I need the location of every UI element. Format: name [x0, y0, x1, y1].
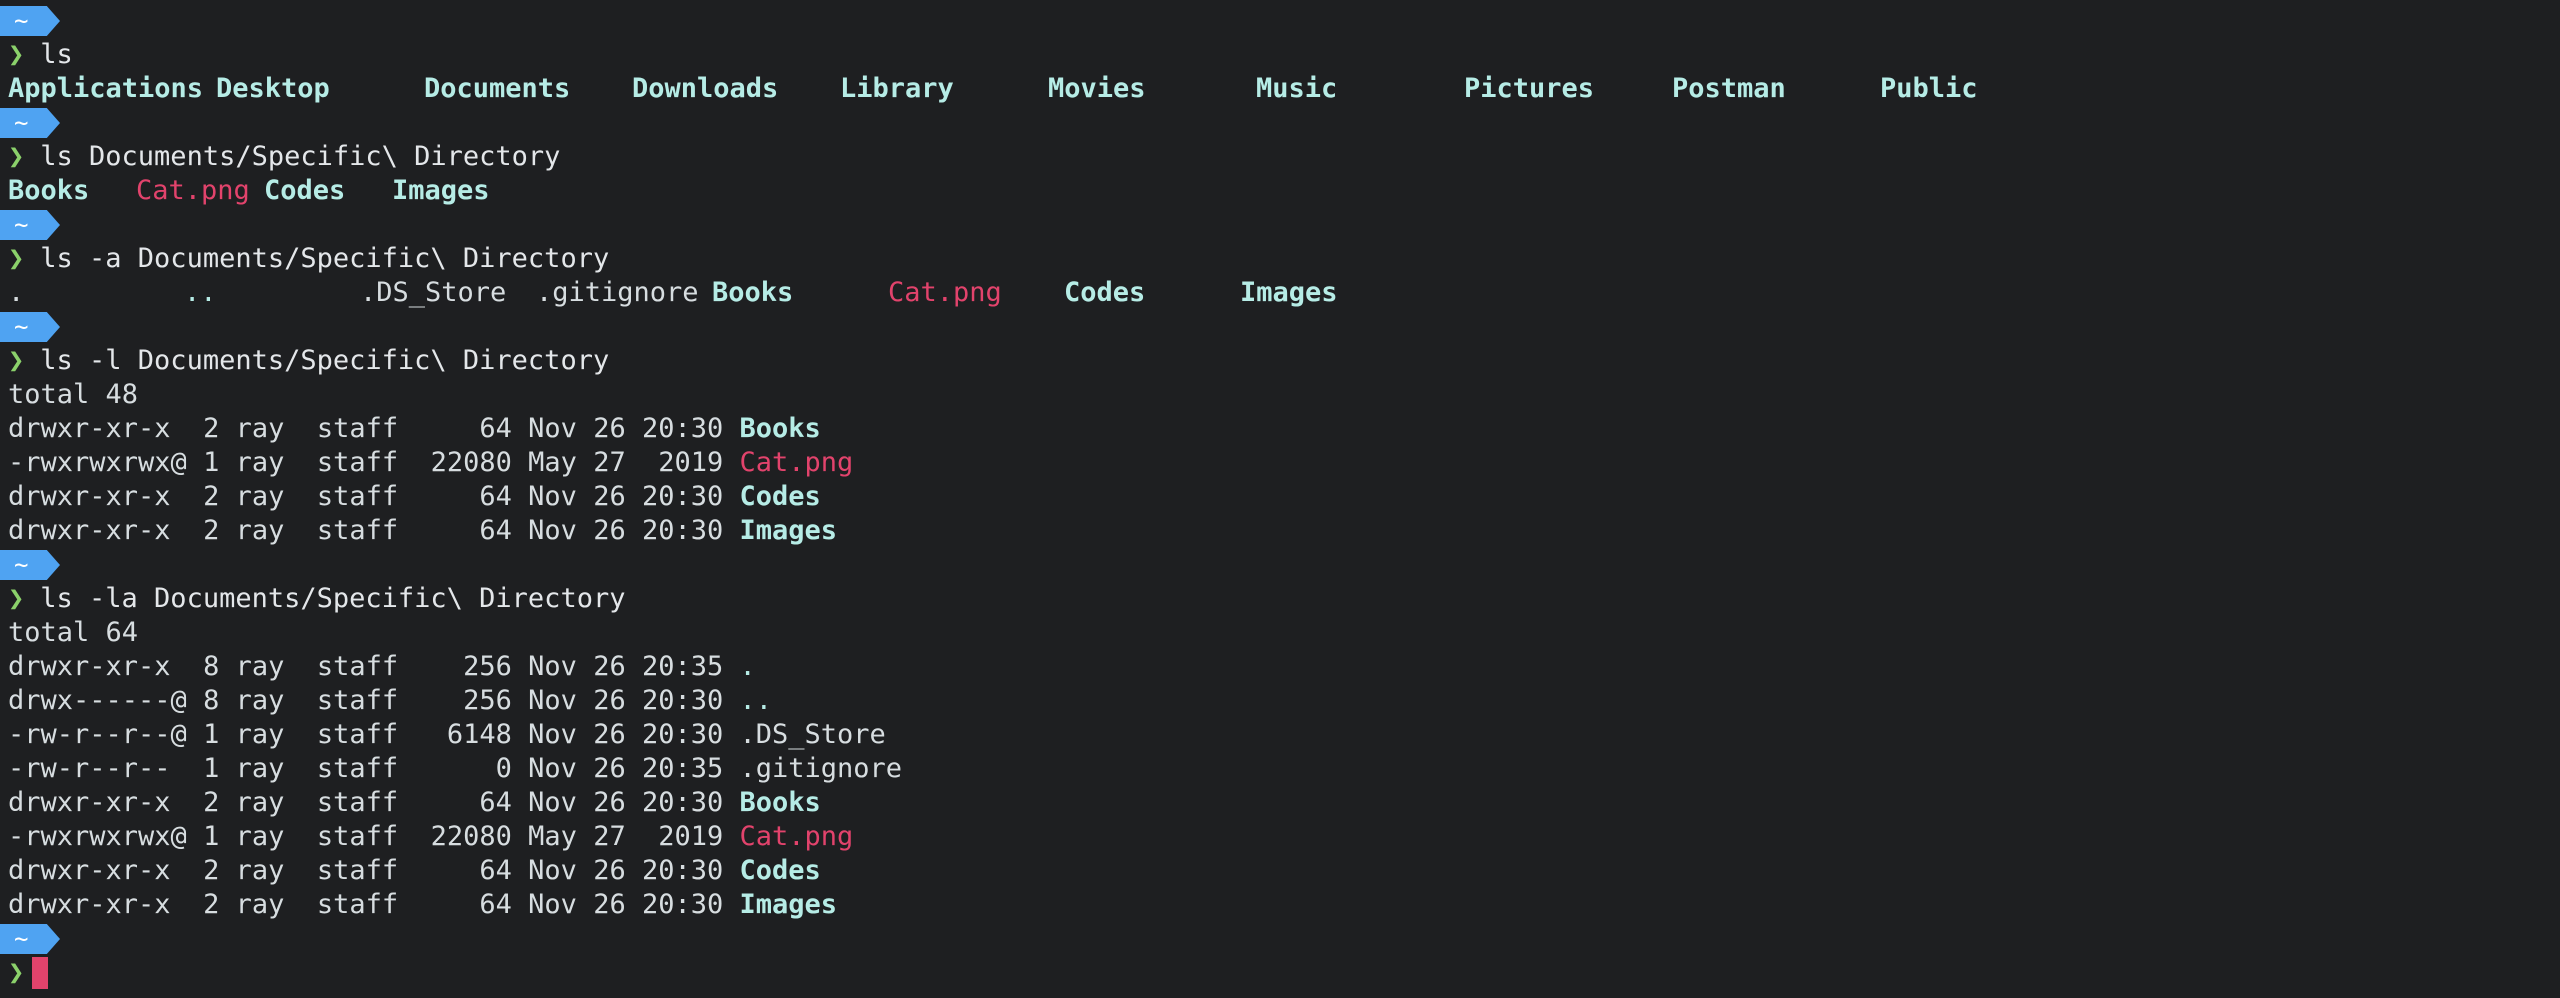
ls-entry: Pictures [1464, 73, 1595, 104]
file-name: Books [739, 413, 821, 444]
prompt-line: ~ [0, 208, 2560, 242]
ls-entry: .gitignore [536, 277, 699, 308]
ls-entry: .. [184, 277, 217, 308]
file-name: Codes [739, 855, 821, 886]
file-name: .DS_Store [739, 719, 886, 750]
file-meta: drwxr-xr-x 2 ray staff 64 Nov 26 20:30 [8, 855, 740, 886]
ls-entry: Music [1256, 73, 1338, 104]
ls-entry: Desktop [216, 73, 330, 104]
ls-entry: .DS_Store [360, 277, 507, 308]
command-line: ❯ ls [8, 38, 2560, 72]
ls-total: total 64 [8, 616, 2560, 650]
ls-entry: Documents [424, 73, 571, 104]
file-meta: -rwxrwxrwx@ 1 ray staff 22080 May 27 201… [8, 821, 740, 852]
file-name: .. [739, 685, 773, 716]
prompt-arrow-icon: ❯ [8, 583, 25, 614]
ls-long-row: drwxr-xr-x 2 ray staff 64 Nov 26 20:30 I… [8, 514, 2560, 548]
ls-output-row: ... .DS_Store .gitignore Books Cat.png Codes I… [8, 276, 2560, 310]
file-meta: drwx------@ 8 ray staff 256 Nov 26 20:30 [8, 685, 740, 716]
ls-entry: Cat.png [888, 277, 1002, 308]
prompt-line: ~ [0, 310, 2560, 344]
ls-long-row: -rwxrwxrwx@ 1 ray staff 22080 May 27 201… [8, 820, 2560, 854]
command-line: ❯ ls -a Documents/Specific\ Directory [8, 242, 2560, 276]
command-text: ls -a Documents/Specific\ Directory [40, 243, 610, 274]
file-meta: drwxr-xr-x 2 ray staff 64 Nov 26 20:30 [8, 413, 740, 444]
prompt-line: ~ [0, 922, 2560, 956]
ls-output-row: Applications Desktop Documents Downloads Lib… [8, 72, 2560, 106]
ls-long-row: drwxr-xr-x 2 ray staff 64 Nov 26 20:30 B… [8, 786, 2560, 820]
ls-long-row: drwx------@ 8 ray staff 256 Nov 26 20:30… [8, 684, 2560, 718]
ls-long-row: -rw-r--r-- 1 ray staff 0 Nov 26 20:35 .g… [8, 752, 2560, 786]
file-meta: -rw-r--r-- 1 ray staff 0 Nov 26 20:35 [8, 753, 740, 784]
ls-entry: . [8, 277, 25, 308]
ls-entry: Codes [264, 175, 346, 206]
text-cursor[interactable] [32, 957, 49, 989]
file-meta: -rwxrwxrwx@ 1 ray staff 22080 May 27 201… [8, 447, 740, 478]
ls-entry: Library [840, 73, 954, 104]
prompt-arrow-icon: ❯ [8, 957, 25, 988]
ls-long-row: -rwxrwxrwx@ 1 ray staff 22080 May 27 201… [8, 446, 2560, 480]
prompt-arrow-icon: ❯ [8, 141, 25, 172]
file-name: . [739, 651, 756, 682]
command-text: ls Documents/Specific\ Directory [40, 141, 561, 172]
command-line: ❯ ls Documents/Specific\ Directory [8, 140, 2560, 174]
command-text: ls [40, 39, 73, 70]
home-dir-badge: ~ [0, 312, 60, 342]
file-meta: drwxr-xr-x 2 ray staff 64 Nov 26 20:30 [8, 787, 740, 818]
command-text: ls -la Documents/Specific\ Directory [40, 583, 626, 614]
file-meta: -rw-r--r--@ 1 ray staff 6148 Nov 26 20:3… [8, 719, 740, 750]
file-name: Cat.png [739, 821, 854, 852]
ls-entry: Images [1240, 277, 1338, 308]
ls-long-row: drwxr-xr-x 8 ray staff 256 Nov 26 20:35 … [8, 650, 2560, 684]
file-name: Cat.png [739, 447, 854, 478]
home-dir-badge: ~ [0, 924, 60, 954]
command-text: ls -l Documents/Specific\ Directory [40, 345, 610, 376]
file-name: Images [739, 889, 838, 920]
ls-long-row: -rw-r--r--@ 1 ray staff 6148 Nov 26 20:3… [8, 718, 2560, 752]
ls-entry: Books [8, 175, 90, 206]
ls-entry: Downloads [632, 73, 779, 104]
file-meta: drwxr-xr-x 2 ray staff 64 Nov 26 20:30 [8, 515, 740, 546]
ls-entry: Public [1880, 73, 1978, 104]
prompt-arrow-icon: ❯ [8, 345, 25, 376]
ls-long-row: drwxr-xr-x 2 ray staff 64 Nov 26 20:30 B… [8, 412, 2560, 446]
prompt-arrow-icon: ❯ [8, 243, 25, 274]
ls-entry: Postman [1672, 73, 1786, 104]
ls-entry: Images [392, 175, 490, 206]
home-dir-badge: ~ [0, 6, 60, 36]
ls-long-row: drwxr-xr-x 2 ray staff 64 Nov 26 20:30 C… [8, 480, 2560, 514]
terminal-window[interactable]: ~ ❯ ls Applications Desktop Documents Downlo… [0, 0, 2560, 998]
ls-output-row: Books Cat.png Codes Images [8, 174, 2560, 208]
ls-entry: Applications [8, 73, 204, 104]
ls-long-row: drwxr-xr-x 2 ray staff 64 Nov 26 20:30 I… [8, 888, 2560, 922]
input-line[interactable]: ❯ [8, 956, 2560, 990]
home-dir-badge: ~ [0, 210, 60, 240]
total-text: total 48 [8, 379, 139, 410]
total-text: total 64 [8, 617, 139, 648]
prompt-line: ~ [0, 106, 2560, 140]
ls-entry: Movies [1048, 73, 1146, 104]
file-name: Codes [739, 481, 821, 512]
home-dir-badge: ~ [0, 108, 60, 138]
ls-long-row: drwxr-xr-x 2 ray staff 64 Nov 26 20:30 C… [8, 854, 2560, 888]
file-meta: drwxr-xr-x 2 ray staff 64 Nov 26 20:30 [8, 481, 740, 512]
file-meta: drwxr-xr-x 2 ray staff 64 Nov 26 20:30 [8, 889, 740, 920]
ls-total: total 48 [8, 378, 2560, 412]
prompt-line: ~ [0, 548, 2560, 582]
file-name: Books [739, 787, 821, 818]
command-line: ❯ ls -l Documents/Specific\ Directory [8, 344, 2560, 378]
ls-entry: Books [712, 277, 794, 308]
prompt-line: ~ [0, 4, 2560, 38]
ls-entry: Cat.png [136, 175, 250, 206]
prompt-arrow-icon: ❯ [8, 39, 25, 70]
file-meta: drwxr-xr-x 8 ray staff 256 Nov 26 20:35 [8, 651, 740, 682]
home-dir-badge: ~ [0, 550, 60, 580]
file-name: .gitignore [739, 753, 903, 784]
ls-entry: Codes [1064, 277, 1146, 308]
file-name: Images [739, 515, 838, 546]
command-line: ❯ ls -la Documents/Specific\ Directory [8, 582, 2560, 616]
